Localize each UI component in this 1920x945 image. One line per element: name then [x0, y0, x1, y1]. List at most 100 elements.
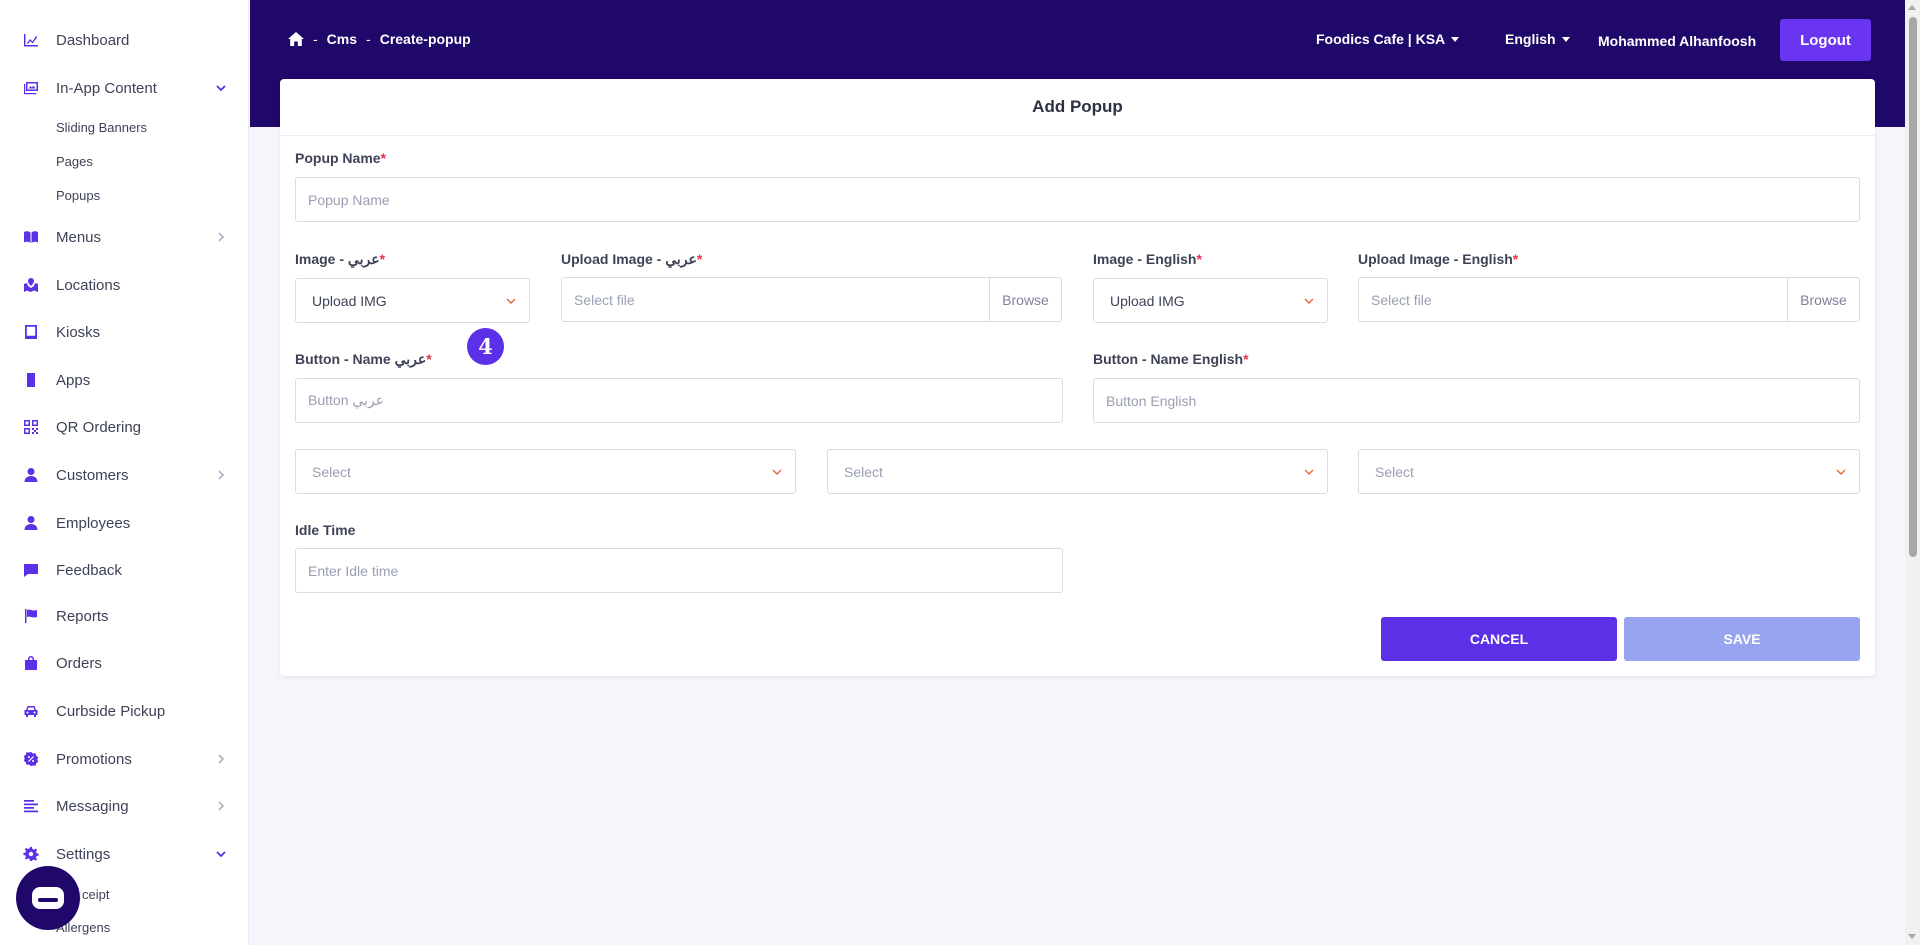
- add-popup-card: Add Popup Popup Name* Popup Name Image -…: [280, 79, 1875, 676]
- required-mark: *: [1512, 251, 1519, 267]
- button-name-ar-input[interactable]: Button عربي: [295, 378, 1063, 423]
- flag-icon: [22, 607, 40, 625]
- align-left-icon: [22, 797, 40, 815]
- upload-image-en-label: Upload Image - English*: [1358, 251, 1518, 267]
- images-icon: [22, 79, 40, 97]
- sidebar-item-messaging[interactable]: Messaging: [0, 786, 248, 826]
- logout-button[interactable]: Logout: [1780, 19, 1871, 61]
- car-icon: [22, 702, 40, 720]
- breadcrumb: - Cms - Create-popup: [288, 31, 471, 47]
- user-icon: [22, 514, 40, 532]
- sidebar-item-label: Dashboard: [56, 31, 130, 49]
- cancel-button[interactable]: CANCEL: [1381, 617, 1617, 661]
- label-text: Upload Image - English: [1358, 251, 1513, 267]
- business-selector[interactable]: Foodics Cafe | KSA: [1316, 31, 1460, 47]
- button-name-ar-label: Button - Name عربي*: [295, 351, 432, 368]
- language-selector[interactable]: English: [1505, 31, 1570, 47]
- page-scrollbar[interactable]: [1905, 0, 1920, 945]
- sidebar-item-label: Settings: [56, 845, 111, 863]
- label-text: Button - Name English: [1093, 351, 1244, 367]
- image-en-select[interactable]: Upload IMG: [1093, 278, 1328, 323]
- sidebar-item-label: Locations: [56, 276, 121, 294]
- button-name-en-input[interactable]: Button English: [1093, 378, 1860, 423]
- image-en-label: Image - English*: [1093, 251, 1202, 267]
- sidebar-item-locations[interactable]: Locations: [0, 265, 248, 305]
- breadcrumb-item-current: Create-popup: [379, 31, 471, 47]
- card-title: Add Popup: [280, 79, 1875, 136]
- sidebar-item-apps[interactable]: Apps: [0, 360, 248, 400]
- breadcrumb-separator: -: [366, 31, 371, 47]
- sidebar-item-label: Employees: [56, 514, 131, 532]
- sidebar-item-feedback[interactable]: Feedback: [0, 550, 248, 590]
- sidebar-item-label: Curbside Pickup: [56, 702, 166, 720]
- sidebar-item-label: Apps: [56, 371, 91, 389]
- sidebar-item-label: Kiosks: [56, 323, 101, 341]
- scroll-down-arrow-icon[interactable]: [1908, 934, 1916, 939]
- browse-button[interactable]: Browse: [989, 278, 1061, 321]
- select-value: Upload IMG: [1110, 292, 1185, 309]
- business-name: Foodics Cafe | KSA: [1316, 31, 1446, 47]
- chevron-right-icon: [215, 469, 227, 481]
- chevron-right-icon: [215, 231, 227, 243]
- book-icon: [22, 228, 40, 246]
- sidebar-item-promotions[interactable]: Promotions: [0, 739, 248, 779]
- label-text: Image - عربي: [295, 251, 380, 267]
- sidebar-item-label: Promotions: [56, 750, 132, 768]
- sidebar-item-customers[interactable]: Customers: [0, 455, 248, 495]
- sidebar-item-label: Menus: [56, 228, 102, 246]
- sidebar-item-menus[interactable]: Menus: [0, 217, 248, 257]
- select-placeholder: Select: [844, 463, 883, 480]
- chevron-down-icon: [506, 298, 516, 304]
- label-text: Popup Name: [295, 150, 381, 166]
- idle-time-input[interactable]: Enter Idle time: [295, 548, 1063, 593]
- sidebar-subitem-pages[interactable]: Pages: [56, 154, 93, 169]
- label-text: Image - English: [1093, 251, 1197, 267]
- sidebar-item-in-app-content[interactable]: In-App Content: [0, 68, 248, 108]
- label-text: Button - Name عربي: [295, 351, 427, 367]
- chevron-down-icon: [1304, 469, 1314, 475]
- sidebar-subitem-popups[interactable]: Popups: [56, 188, 100, 203]
- popup-name-label: Popup Name*: [295, 150, 386, 166]
- chat-support-button[interactable]: [16, 866, 80, 930]
- sidebar-item-curbside-pickup[interactable]: Curbside Pickup: [0, 691, 248, 731]
- home-icon[interactable]: [288, 32, 304, 46]
- popup-name-input[interactable]: Popup Name: [295, 177, 1860, 222]
- sidebar-item-employees[interactable]: Employees: [0, 503, 248, 543]
- scroll-up-arrow-icon[interactable]: [1908, 5, 1916, 10]
- sidebar-item-kiosks[interactable]: Kiosks: [0, 312, 248, 352]
- upload-image-ar-label: Upload Image - عربي*: [561, 251, 702, 268]
- sidebar-item-qr-ordering[interactable]: QR Ordering: [0, 407, 248, 447]
- file-name: Select file: [1371, 291, 1432, 308]
- save-button[interactable]: SAVE: [1624, 617, 1860, 661]
- select-2[interactable]: Select: [827, 449, 1328, 494]
- chevron-down-icon: [215, 82, 227, 94]
- breadcrumb-separator: -: [313, 31, 318, 47]
- percent-badge-icon: [22, 750, 40, 768]
- idle-time-label: Idle Time: [295, 522, 356, 538]
- required-mark: *: [379, 251, 386, 267]
- caret-down-icon: [1561, 36, 1570, 42]
- browse-button[interactable]: Browse: [1787, 278, 1859, 321]
- chevron-down-icon: [772, 469, 782, 475]
- user-icon: [22, 466, 40, 484]
- sidebar-item-reports[interactable]: Reports: [0, 596, 248, 636]
- sidebar-item-label: Reports: [56, 607, 109, 625]
- sidebar-item-dashboard[interactable]: Dashboard: [0, 20, 248, 60]
- select-1[interactable]: Select: [295, 449, 796, 494]
- select-3[interactable]: Select: [1358, 449, 1860, 494]
- chart-area-icon: [22, 31, 40, 49]
- chevron-right-icon: [215, 753, 227, 765]
- sidebar-item-label: Orders: [56, 654, 102, 672]
- scrollbar-thumb[interactable]: [1909, 17, 1917, 557]
- upload-image-ar-input[interactable]: Select file Browse: [561, 277, 1062, 322]
- chevron-down-icon: [1836, 469, 1846, 475]
- required-mark: *: [1196, 251, 1202, 267]
- sidebar-subitem-receipt[interactable]: ceipt: [82, 887, 109, 902]
- user-name: Mohammed Alhanfoosh: [1598, 33, 1756, 49]
- breadcrumb-item-cms[interactable]: Cms: [327, 31, 357, 47]
- sidebar-item-orders[interactable]: Orders: [0, 643, 248, 683]
- sidebar-subitem-sliding-banners[interactable]: Sliding Banners: [56, 120, 147, 135]
- image-ar-select[interactable]: Upload IMG: [295, 278, 530, 323]
- upload-image-en-input[interactable]: Select file Browse: [1358, 277, 1860, 322]
- gear-icon: [22, 845, 40, 863]
